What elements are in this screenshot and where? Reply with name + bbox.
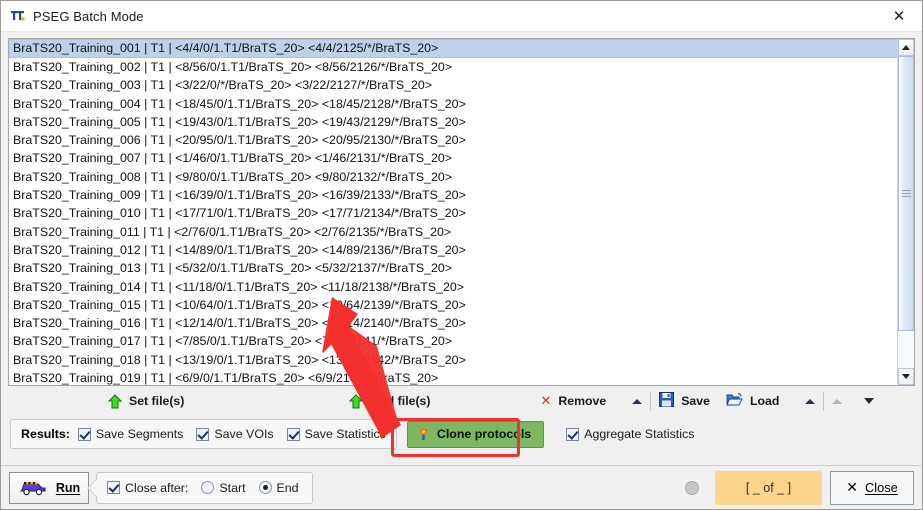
set-files-label: Set file(s) [129,394,185,408]
radio-icon[interactable] [201,481,215,494]
results-row: Results: Save Segments Save VOIs Save St… [8,416,915,457]
window-close-button[interactable]: ✕ [876,1,922,31]
move-down-icon[interactable] [864,398,875,404]
scroll-up-icon[interactable] [898,39,914,56]
dialog-body: BraTS20_Training_001 | T1 | <4/4/0/1.T1/… [1,32,922,465]
file-list-items[interactable]: BraTS20_Training_001 | T1 | <4/4/0/1.T1/… [9,39,897,385]
load-button[interactable]: Load [726,392,779,410]
checkbox-icon[interactable] [77,427,91,441]
list-item[interactable]: BraTS20_Training_010 | T1 | <17/71/0/1.T… [9,204,897,222]
remove-button[interactable]: ✕ Remove [540,394,606,409]
car-icon [18,479,48,496]
list-item[interactable]: BraTS20_Training_009 | T1 | <16/39/0/1.T… [9,186,897,204]
list-item[interactable]: BraTS20_Training_014 | T1 | <11/18/0/1.T… [9,278,897,296]
title-bar: PSEG Batch Mode ✕ [1,1,922,32]
save-vois-label: Save VOIs [214,427,274,441]
green-up-arrow-icon [349,393,364,409]
close-dialog-label: Close [865,480,898,495]
list-item[interactable]: BraTS20_Training_006 | T1 | <20/95/0/1.T… [9,131,897,149]
list-item[interactable]: BraTS20_Training_015 | T1 | <10/64/0/1.T… [9,296,897,314]
run-button[interactable]: Run [9,471,89,504]
results-panel: Results: Save Segments Save VOIs Save St… [10,419,397,449]
list-item[interactable]: BraTS20_Training_008 | T1 | <9/80/0/1.T1… [9,168,897,186]
close-after-panel: Close after: Start End [96,471,313,504]
close-after-start-label: Start [219,480,246,495]
list-item[interactable]: BraTS20_Training_016 | T1 | <12/14/0/1.T… [9,314,897,332]
save-segments-checkbox[interactable]: Save Segments [77,427,184,441]
save-vois-checkbox[interactable]: Save VOIs [196,427,274,441]
checkbox-icon[interactable] [107,481,120,494]
save-load-options-up-icon[interactable] [805,398,816,404]
close-after-checkbox[interactable]: Close after: [107,481,188,495]
list-item[interactable]: BraTS20_Training_018 | T1 | <13/19/0/1.T… [9,351,897,369]
close-after-end-radio[interactable]: End [258,480,299,495]
scroll-down-icon[interactable] [898,368,914,385]
file-list-box[interactable]: BraTS20_Training_001 | T1 | <4/4/0/1.T1/… [8,38,915,386]
move-up-icon[interactable] [832,398,843,404]
aggregate-statistics-label: Aggregate Statistics [584,427,695,441]
green-up-arrow-icon [107,393,123,409]
clone-protocols-button[interactable]: Clone protocols [406,420,545,448]
list-item[interactable]: BraTS20_Training_013 | T1 | <5/32/0/1.T1… [9,259,897,277]
save-segments-label: Save Segments [95,427,184,441]
save-button[interactable]: Save [659,392,710,410]
starburst-icon [417,427,430,441]
aggregate-statistics-checkbox[interactable]: Aggregate Statistics [566,427,694,441]
list-item[interactable]: BraTS20_Training_007 | T1 | <1/46/0/1.T1… [9,149,897,167]
floppy-disk-icon [659,392,675,410]
list-item[interactable]: BraTS20_Training_012 | T1 | <14/89/0/1.T… [9,241,897,259]
remove-options-up-icon[interactable] [632,398,643,404]
list-item[interactable]: BraTS20_Training_005 | T1 | <19/43/0/1.T… [9,113,897,131]
checkbox-icon[interactable] [286,427,300,441]
close-after-end-label: End [276,480,299,495]
close-dialog-button[interactable]: ✕ Close [830,470,914,505]
list-item[interactable]: BraTS20_Training_019 | T1 | <6/9/0/1.T1/… [9,369,897,385]
close-after-start-radio[interactable]: Start [201,480,246,495]
pseg-batch-mode-window: PSEG Batch Mode ✕ BraTS20_Training_001 |… [0,0,923,510]
results-label: Results: [21,427,70,441]
load-label: Load [749,394,780,408]
bottom-bar: Run Close after: Start End [ _ of _ ] ✕ … [1,465,922,509]
add-files-button[interactable]: Add file(s) [349,393,431,409]
list-item[interactable]: BraTS20_Training_002 | T1 | <8/56/0/1.T1… [9,58,897,76]
list-item[interactable]: BraTS20_Training_001 | T1 | <4/4/0/1.T1/… [9,39,897,58]
toolbar-divider-2 [823,391,825,411]
list-item[interactable]: BraTS20_Training_003 | T1 | <3/22/0/*/Br… [9,76,897,94]
progress-indicator: [ _ of _ ] [715,470,822,505]
red-x-icon: ✕ [540,393,552,409]
radio-icon[interactable] [258,481,272,494]
open-folder-icon [726,392,743,410]
run-label: Run [55,480,81,495]
clone-protocols-label: Clone protocols [436,427,532,441]
set-files-button[interactable]: Set file(s) [107,393,185,409]
remove-label: Remove [558,394,607,408]
list-item[interactable]: BraTS20_Training_017 | T1 | <7/85/0/1.T1… [9,332,897,350]
add-files-label: Add file(s) [370,394,431,408]
close-icon: ✕ [846,479,858,496]
checkbox-icon[interactable] [566,427,580,441]
window-title: PSEG Batch Mode [33,8,144,24]
scrollbar-grip-icon [901,188,911,199]
file-toolbar: Set file(s) Add file(s) ✕ Remove Save Lo… [8,386,915,416]
scrollbar-track[interactable] [898,56,914,368]
list-vertical-scrollbar[interactable] [897,39,914,385]
scrollbar-thumb[interactable] [898,56,914,331]
save-label: Save [681,394,710,408]
list-item[interactable]: BraTS20_Training_004 | T1 | <18/45/0/1.T… [9,95,897,113]
save-statistics-checkbox[interactable]: Save Statistics [286,427,386,441]
list-item[interactable]: BraTS20_Training_011 | T1 | <2/76/0/1.T1… [9,223,897,241]
close-after-label: Close after: [125,480,189,495]
toolbar-divider [650,391,652,411]
pseg-app-icon [10,8,26,24]
checkbox-icon[interactable] [196,427,210,441]
status-dot-icon [685,480,699,495]
save-statistics-label: Save Statistics [304,427,386,441]
